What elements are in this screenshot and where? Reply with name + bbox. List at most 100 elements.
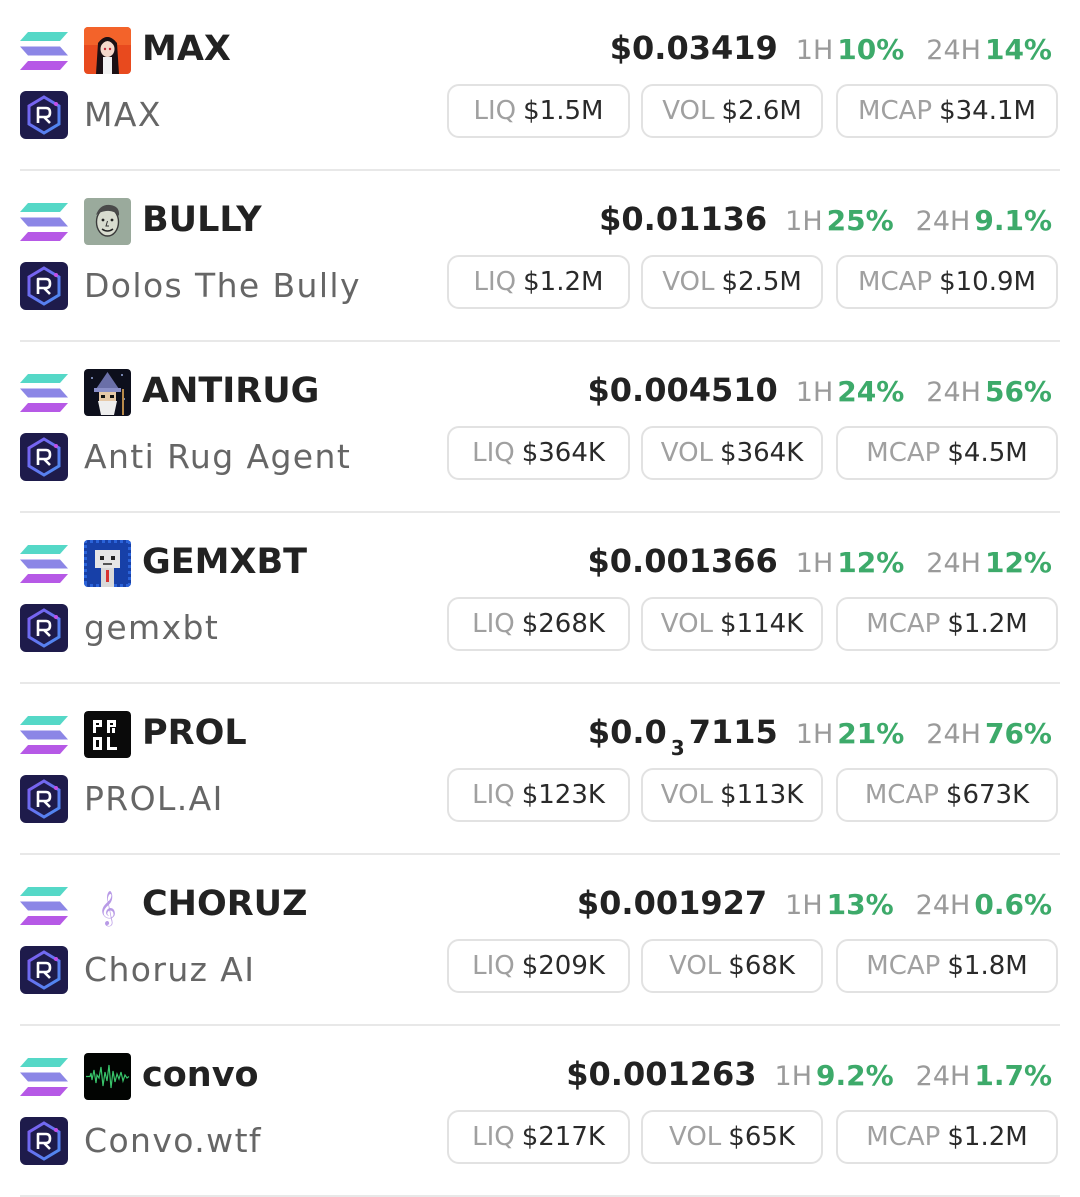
token-price-suffix: 7115	[688, 713, 778, 751]
raydium-icon	[20, 433, 68, 481]
raydium-icon	[20, 1117, 68, 1165]
volume-label: VOL	[669, 1122, 722, 1152]
prol-logo-avatar-icon	[84, 711, 131, 758]
token-symbol: MAX	[142, 29, 231, 69]
change-24h-value: 76%	[984, 717, 1052, 750]
token-symbol: CHORUZ	[142, 884, 308, 924]
token-price: $0.001263	[566, 1055, 757, 1093]
token-name: Convo.wtf	[84, 1121, 262, 1160]
liquidity-label: LIQ	[472, 438, 515, 468]
change-24h-label: 24H	[926, 377, 981, 408]
market-cap-label: MCAP	[866, 1122, 941, 1152]
token-symbol: GEMXBT	[142, 542, 308, 582]
token-price: $0.03419	[609, 29, 778, 67]
liquidity-label: LIQ	[472, 780, 515, 810]
change-1h-label: 1H	[774, 1061, 813, 1092]
liquidity-pill: LIQ $209K	[447, 939, 630, 993]
token-price: $0.001366	[587, 542, 778, 580]
liquidity-pill: LIQ $217K	[447, 1110, 630, 1164]
volume-label: VOL	[660, 438, 714, 468]
liquidity-label: LIQ	[472, 609, 515, 639]
change-1h-value: 21%	[837, 717, 905, 750]
volume-pill: VOL $364K	[641, 426, 823, 480]
token-price-prefix: $0.0	[587, 713, 667, 751]
wizard-avatar-icon	[84, 369, 131, 416]
change-1h-label: 1H	[785, 206, 823, 237]
market-cap-label: MCAP	[866, 438, 941, 468]
market-cap-pill: MCAP $1.8M	[836, 939, 1058, 993]
price-line: $0.01136 1H 25% 24H 9.1%	[599, 196, 1052, 242]
raydium-icon	[20, 91, 68, 139]
liquidity-value: $209K	[521, 951, 605, 981]
raydium-icon	[20, 775, 68, 823]
token-row[interactable]: ANTIRUG Anti Rug Agent $0.004510 1H 24% …	[0, 342, 1080, 513]
change-1h-label: 1H	[795, 548, 834, 579]
change-1h-value: 10%	[837, 33, 905, 66]
change-24h-label: 24H	[926, 548, 981, 579]
price-line: $0.001263 1H 9.2% 24H 1.7%	[566, 1051, 1052, 1097]
liquidity-label: LIQ	[472, 951, 515, 981]
token-price: $0.004510	[587, 371, 778, 409]
market-cap-label: MCAP	[858, 96, 933, 126]
token-name: PROL.AI	[84, 779, 224, 818]
market-cap-value: $10.9M	[939, 267, 1036, 297]
liquidity-pill: LIQ $268K	[447, 597, 630, 651]
price-line: $0.001366 1H 12% 24H 12%	[588, 538, 1053, 584]
raydium-icon	[20, 604, 68, 652]
liquidity-label: LIQ	[473, 267, 517, 297]
volume-value: $68K	[728, 951, 795, 981]
token-price-zero-count: 3	[670, 736, 685, 760]
token-symbol: BULLY	[142, 200, 262, 240]
solana-icon	[20, 545, 68, 583]
price-line: $0.03419 1H 10% 24H 14%	[610, 25, 1052, 71]
market-cap-value: $34.1M	[939, 96, 1036, 126]
token-row[interactable]: PROL PROL.AI $0.0 3 7115 1H 21% 24H 76% LI…	[0, 684, 1080, 855]
token-symbol: convo	[142, 1055, 259, 1095]
market-cap-pill: MCAP $1.2M	[836, 597, 1058, 651]
market-cap-value: $4.5M	[947, 438, 1028, 468]
token-name: Dolos The Bully	[84, 266, 361, 305]
token-list: MAX MAX $0.03419 1H 10% 24H 14% LIQ $1.5…	[0, 0, 1080, 1197]
change-1h-value: 12%	[837, 546, 905, 579]
token-row[interactable]: convo Convo.wtf $0.001263 1H 9.2% 24H 1.…	[0, 1026, 1080, 1197]
change-1h-value: 24%	[837, 375, 905, 408]
token-row[interactable]: BULLY Dolos The Bully $0.01136 1H 25% 24…	[0, 171, 1080, 342]
price-line: $0.004510 1H 24% 24H 56%	[588, 367, 1053, 413]
volume-pill: VOL $2.6M	[641, 84, 823, 138]
volume-value: $114K	[720, 609, 804, 639]
volume-label: VOL	[660, 609, 714, 639]
token-symbol: ANTIRUG	[142, 371, 320, 411]
change-24h-value: 12%	[984, 546, 1052, 579]
change-24h-value: 1.7%	[974, 1059, 1052, 1092]
market-cap-label: MCAP	[858, 267, 933, 297]
volume-pill: VOL $65K	[641, 1110, 823, 1164]
change-1h-value: 25%	[826, 204, 894, 237]
market-cap-value: $1.2M	[947, 1122, 1028, 1152]
volume-value: $364K	[720, 438, 804, 468]
token-row[interactable]: GEMXBT gemxbt $0.001366 1H 12% 24H 12% L…	[0, 513, 1080, 684]
solana-icon	[20, 32, 68, 70]
raydium-icon	[20, 262, 68, 310]
token-symbol: PROL	[142, 713, 247, 753]
volume-pill: VOL $114K	[641, 597, 823, 651]
volume-value: $113K	[720, 780, 804, 810]
volume-pill: VOL $2.5M	[641, 255, 823, 309]
token-row[interactable]: MAX MAX $0.03419 1H 10% 24H 14% LIQ $1.5…	[0, 0, 1080, 171]
volume-label: VOL	[662, 267, 715, 297]
liquidity-value: $1.5M	[523, 96, 604, 126]
volume-value: $65K	[728, 1122, 795, 1152]
change-24h-value: 9.1%	[974, 204, 1052, 237]
token-name: gemxbt	[84, 608, 220, 647]
liquidity-value: $364K	[521, 438, 605, 468]
liquidity-value: $217K	[521, 1122, 605, 1152]
change-1h-label: 1H	[795, 377, 834, 408]
change-1h-label: 1H	[785, 890, 823, 921]
solana-icon	[20, 374, 68, 412]
change-1h-label: 1H	[795, 35, 834, 66]
solana-icon	[20, 203, 68, 241]
token-row[interactable]: 𝄞 CHORUZ Choruz AI $0.001927 1H 13% 24H …	[0, 855, 1080, 1026]
token-price: $0.01136	[599, 200, 768, 238]
solana-icon	[20, 1058, 68, 1096]
change-24h-value: 14%	[984, 33, 1052, 66]
change-1h-value: 9.2%	[816, 1059, 894, 1092]
